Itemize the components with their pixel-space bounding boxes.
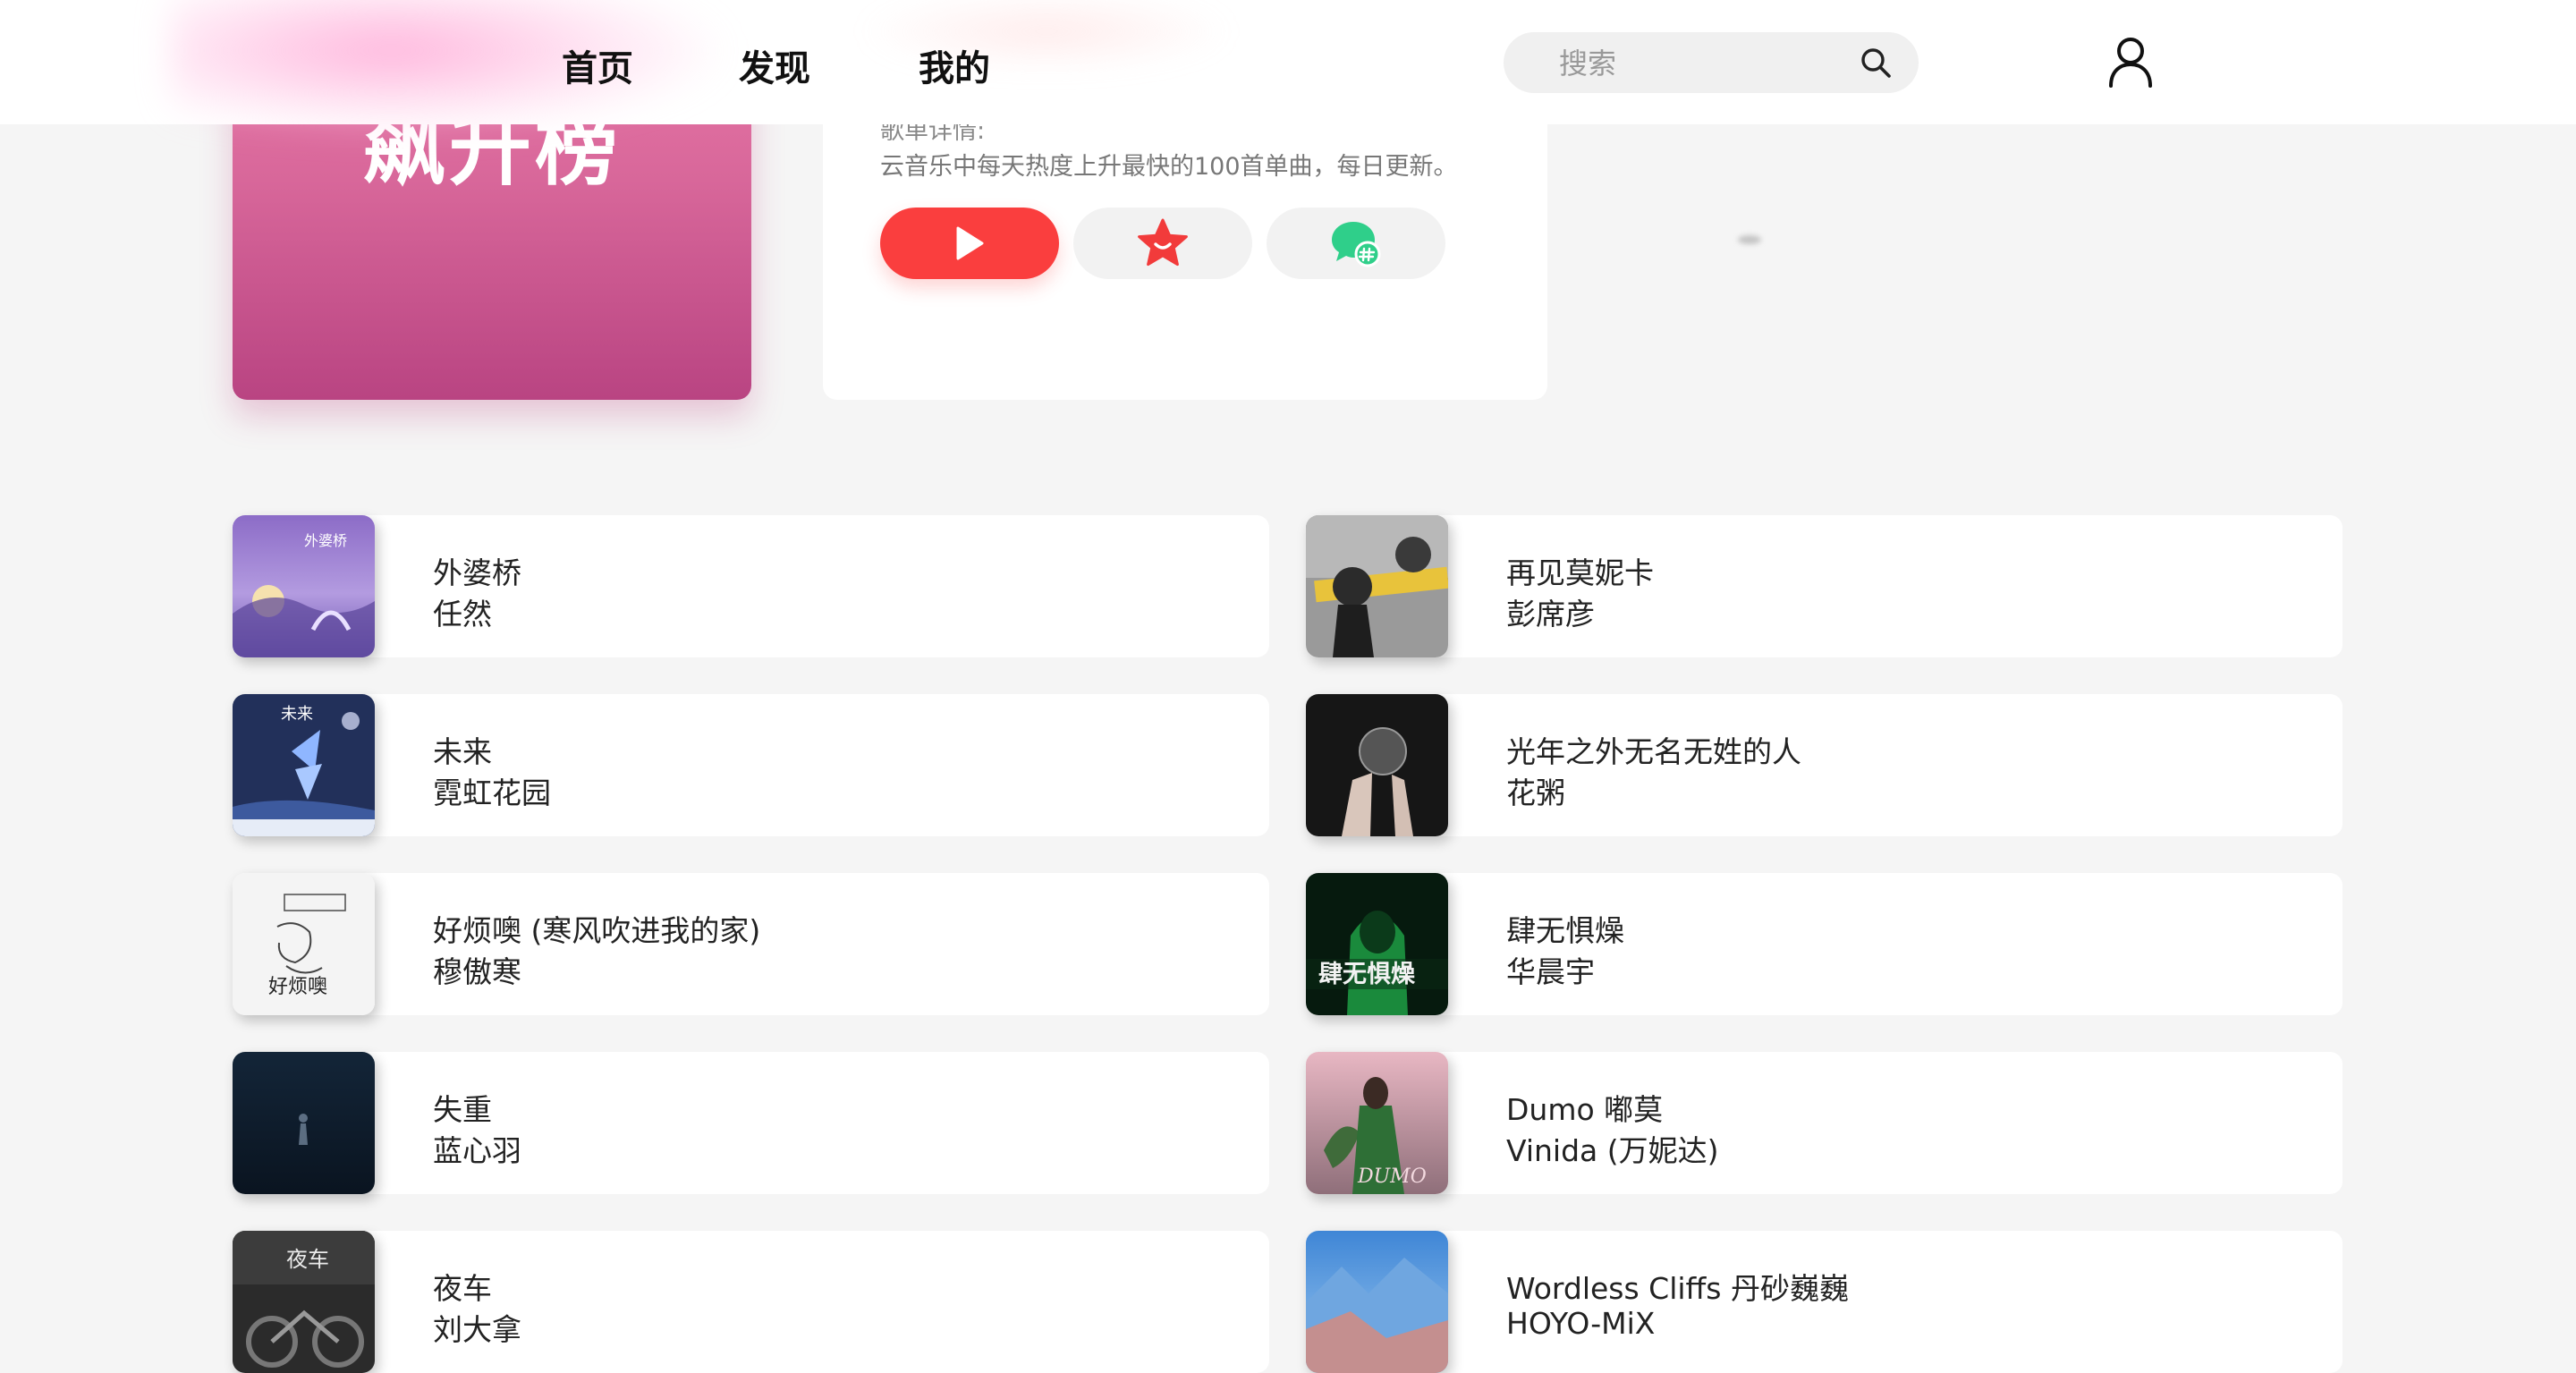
album-cover: 未来 bbox=[233, 694, 375, 836]
playlist-description: 云音乐中每天热度上升最快的100首单曲，每日更新。 bbox=[880, 153, 1458, 181]
album-cover bbox=[233, 1052, 375, 1194]
album-cover: 外婆桥 bbox=[233, 515, 375, 657]
song-title: Wordless Cliffs 丹砂巍巍 bbox=[1506, 1271, 1849, 1306]
song-row[interactable]: Wordless Cliffs 丹砂巍巍 HOYO-MiX bbox=[1306, 1231, 2343, 1373]
play-icon bbox=[956, 226, 984, 260]
album-cover: DUMO bbox=[1306, 1052, 1448, 1194]
album-cover bbox=[1306, 1231, 1448, 1373]
album-cover bbox=[1306, 515, 1448, 657]
song-row[interactable]: 好烦噢 好烦噢 (寒风吹进我的家) 穆傲寒 bbox=[233, 873, 1269, 1015]
song-artist[interactable]: 穆傲寒 bbox=[433, 948, 521, 991]
album-cover-text: 好烦噢 bbox=[268, 976, 327, 998]
song-title: 未来 bbox=[433, 734, 492, 769]
nav-home[interactable]: 首页 bbox=[562, 39, 633, 91]
favorite-button[interactable] bbox=[1073, 208, 1252, 279]
song-artist[interactable]: 华晨宇 bbox=[1506, 948, 1595, 991]
song-title: 好烦噢 (寒风吹进我的家) bbox=[433, 913, 761, 948]
album-cover: 肆无惧燥 bbox=[1306, 873, 1448, 1015]
song-artist[interactable]: 花粥 bbox=[1506, 769, 1565, 812]
header-glow bbox=[170, 0, 724, 134]
album-cover-text: 外婆桥 bbox=[304, 532, 347, 549]
song-title: 夜车 bbox=[433, 1271, 492, 1306]
search-input[interactable] bbox=[1557, 32, 1847, 95]
song-row[interactable]: 肆无惧燥 肆无惧燥 华晨宇 bbox=[1306, 873, 2343, 1015]
nav-mine[interactable]: 我的 bbox=[919, 39, 990, 91]
search-box bbox=[1504, 32, 1919, 95]
song-title: Dumo 嘟莫 bbox=[1506, 1092, 1664, 1127]
album-cover-text: 未来 bbox=[281, 705, 313, 724]
song-artist[interactable]: 刘大拿 bbox=[433, 1306, 521, 1349]
top-header: 首页 发现 我的 bbox=[0, 0, 2576, 134]
album-cover: 夜车 bbox=[233, 1231, 375, 1373]
song-artist[interactable]: HOYO-MiX bbox=[1506, 1306, 1655, 1341]
song-title: 外婆桥 bbox=[433, 555, 521, 590]
loading-dot bbox=[1738, 235, 1761, 244]
user-icon[interactable] bbox=[2107, 36, 2154, 88]
star-icon bbox=[1138, 218, 1188, 267]
song-row[interactable]: 夜车 夜车 刘大拿 bbox=[233, 1231, 1269, 1373]
album-cover-text: 肆无惧燥 bbox=[1318, 961, 1416, 988]
comment-icon bbox=[1332, 222, 1381, 267]
header-glow-secondary bbox=[859, 0, 1234, 72]
album-cover: 好烦噢 bbox=[233, 873, 375, 1015]
song-row[interactable]: 未来 未来 霓虹花园 bbox=[233, 694, 1269, 836]
nav-discover[interactable]: 发现 bbox=[739, 39, 810, 91]
album-cover-text: 夜车 bbox=[286, 1247, 329, 1272]
song-title: 失重 bbox=[433, 1092, 492, 1127]
comment-button[interactable] bbox=[1267, 208, 1445, 279]
song-artist[interactable]: Vinida (万妮达) bbox=[1506, 1127, 1719, 1170]
song-artist[interactable]: 任然 bbox=[433, 590, 492, 633]
album-cover bbox=[1306, 694, 1448, 836]
song-artist[interactable]: 蓝心羽 bbox=[433, 1127, 521, 1170]
song-row[interactable]: 外婆桥 外婆桥 任然 bbox=[233, 515, 1269, 657]
song-title: 肆无惧燥 bbox=[1506, 913, 1624, 948]
song-artist[interactable]: 彭席彦 bbox=[1506, 590, 1595, 633]
song-row[interactable]: DUMO Dumo 嘟莫 Vinida (万妮达) bbox=[1306, 1052, 2343, 1194]
album-cover-text: DUMO bbox=[1357, 1165, 1427, 1188]
play-all-button[interactable] bbox=[880, 208, 1059, 279]
song-title: 再见莫妮卡 bbox=[1506, 555, 1654, 590]
song-title: 光年之外无名无姓的人 bbox=[1506, 734, 1801, 769]
song-artist[interactable]: 霓虹花园 bbox=[433, 769, 551, 812]
song-row[interactable]: 光年之外无名无姓的人 花粥 bbox=[1306, 694, 2343, 836]
song-row[interactable]: 再见莫妮卡 彭席彦 bbox=[1306, 515, 2343, 657]
song-row[interactable]: 失重 蓝心羽 bbox=[233, 1052, 1269, 1194]
search-icon[interactable] bbox=[1860, 47, 1892, 79]
